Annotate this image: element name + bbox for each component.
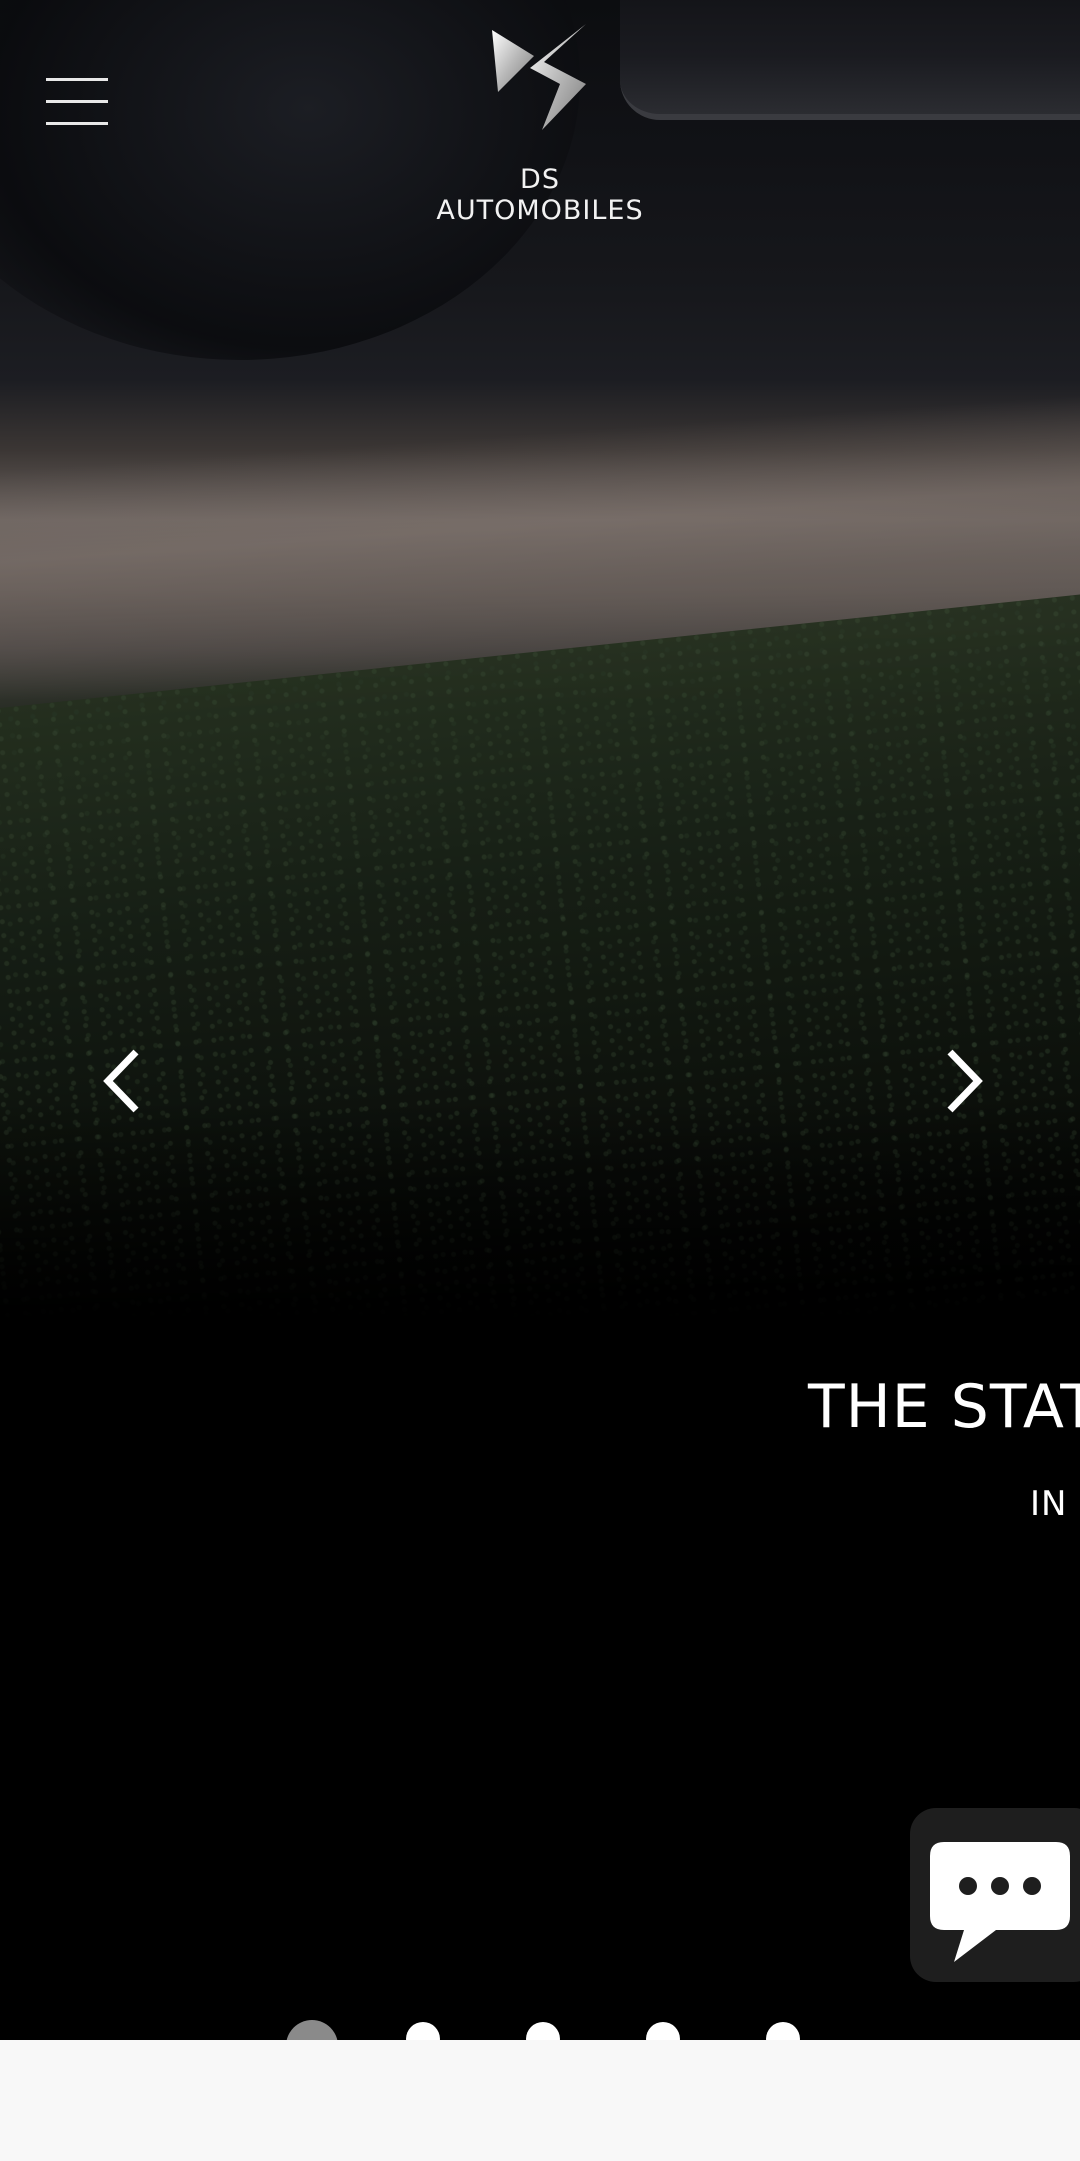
homepage: DS AUTOMOBILES THE STATU IN	[0, 0, 1080, 2161]
hamburger-menu-icon[interactable]	[46, 78, 108, 126]
slide-title: THE STATU	[808, 1372, 1080, 1442]
chevron-right-icon	[947, 1049, 983, 1113]
carousel-next-button[interactable]	[938, 1048, 988, 1114]
chat-bubble-icon	[930, 1842, 1070, 1962]
bottom-bar	[0, 2040, 1080, 2161]
chevron-left-icon	[103, 1049, 139, 1113]
car-image	[620, 0, 1080, 120]
ds-logo-icon	[492, 24, 586, 130]
brand-name: DS AUTOMOBILES	[436, 164, 644, 226]
brand-logo[interactable]: DS AUTOMOBILES	[420, 22, 660, 226]
carousel-prev-button[interactable]	[98, 1048, 148, 1114]
chat-button[interactable]	[910, 1808, 1080, 1982]
slide-subtitle: IN	[1030, 1484, 1068, 1524]
